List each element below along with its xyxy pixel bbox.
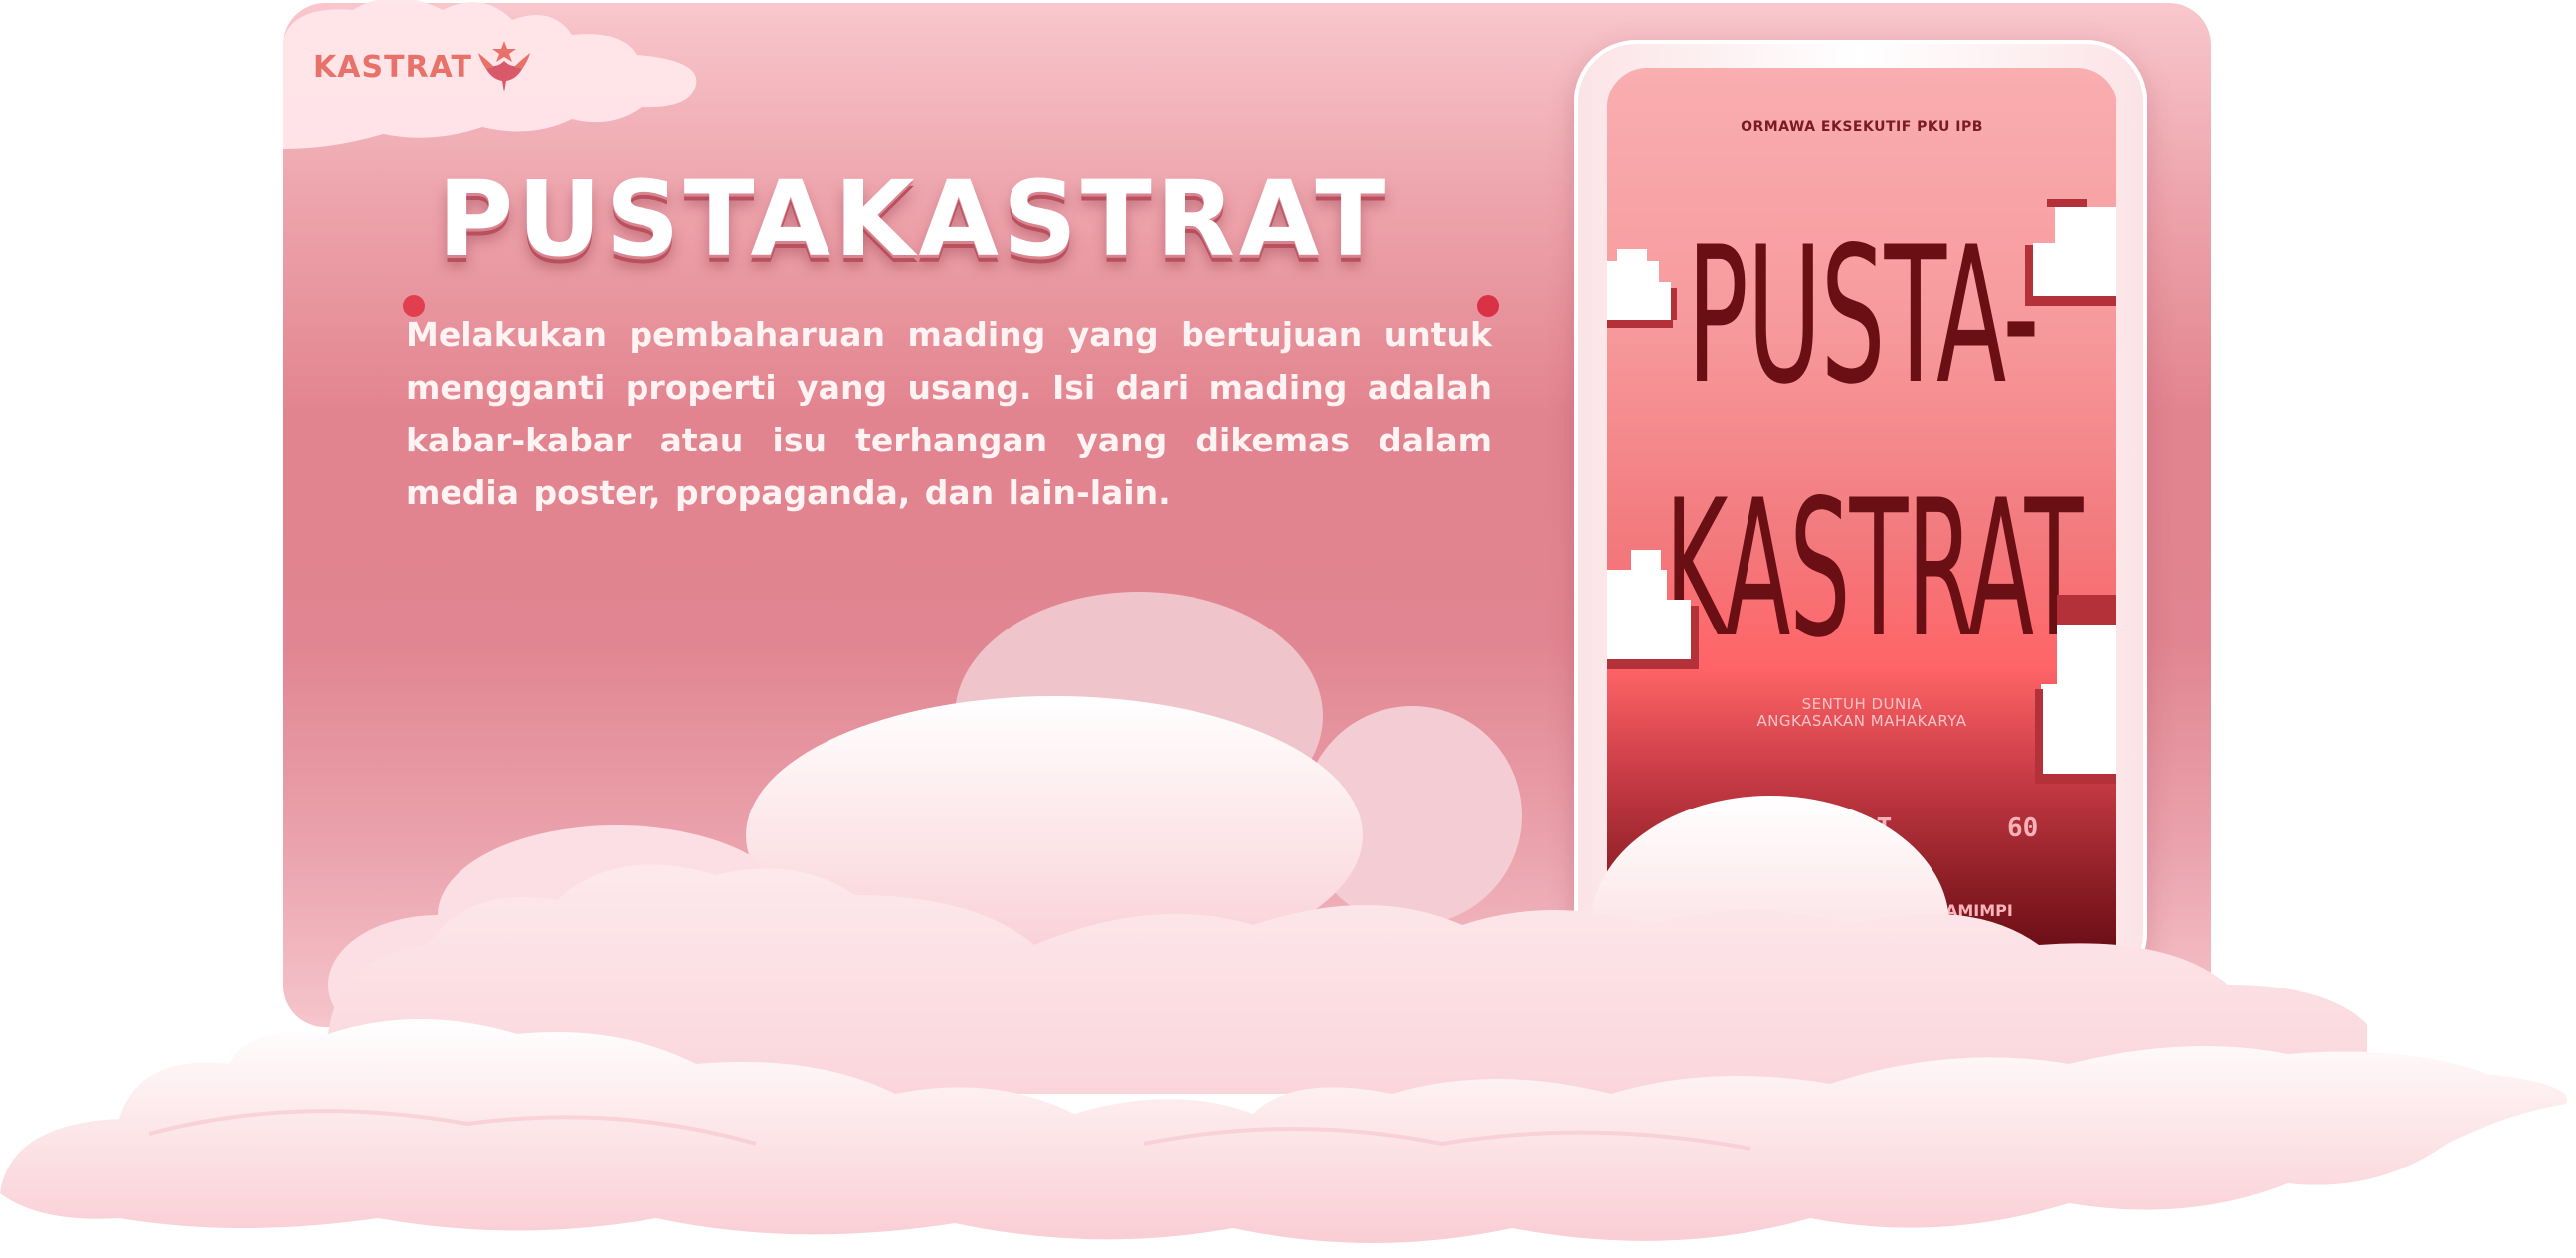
section-title: PUSTAKASTRAT xyxy=(438,158,1390,279)
pixel-cloud-icon xyxy=(2035,595,2116,784)
phoenix-icon xyxy=(478,41,530,92)
poster-slogan: SENTUH DUNIA ANGKASAKAN MAHAKARYA xyxy=(1607,696,2116,730)
poster-preview[interactable]: ORMAWA EKSEKUTIF PKU IPB PUSTA- KASTRAT … xyxy=(1607,68,2116,976)
poster-fragment-number: 60 xyxy=(2007,813,2039,843)
brand-name: KASTRAT xyxy=(313,49,472,85)
pixel-cloud-icon xyxy=(1607,249,1677,328)
brand-logo[interactable]: KASTRAT xyxy=(313,41,532,92)
poster-title-line2: KASTRAT xyxy=(1665,459,2083,679)
poster-fragment-bottom: AMIMPI xyxy=(1945,901,2013,920)
poster-slogan-line2: ANGKASAKAN MAHAKARYA xyxy=(1756,712,1967,730)
poster-fragment-text: AT xyxy=(1861,813,1893,843)
pixel-cloud-icon xyxy=(1607,550,1699,669)
section-description: Melakukan pembaharuan mading yang bertuj… xyxy=(406,315,1492,512)
poster-slogan-line1: SENTUH DUNIA xyxy=(1801,695,1923,713)
poster-org-label: ORMAWA EKSEKUTIF PKU IPB xyxy=(1741,119,1983,135)
pixel-cloud-icon xyxy=(2025,199,2116,306)
